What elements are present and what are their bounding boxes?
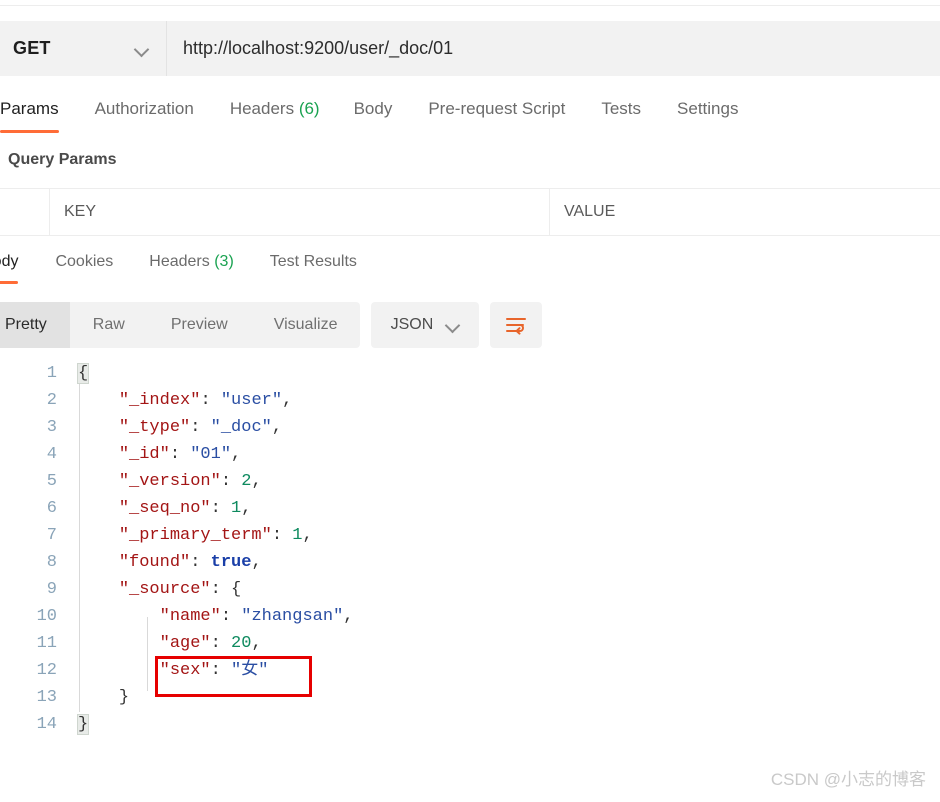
code-line: 2 "_index": "user", xyxy=(0,387,940,414)
code-line-text: { xyxy=(76,363,90,384)
line-number: 14 xyxy=(36,715,57,734)
code-line-list: 1{2 "_index": "user", 3 "_type": "_doc", 4… xyxy=(0,360,940,738)
response-tab-label: Test Results xyxy=(269,253,357,270)
request-tab-count: (6) xyxy=(298,99,320,118)
http-method-selector[interactable]: GET xyxy=(0,21,167,76)
response-tab-headers[interactable]: Headers (3) xyxy=(149,250,234,284)
request-tab-tests[interactable]: Tests xyxy=(601,95,641,133)
response-viewer-toolbar: Pretty Raw Preview Visualize JSON xyxy=(0,302,940,348)
params-column-header-value: VALUE xyxy=(564,203,616,220)
line-number: 10 xyxy=(36,607,57,626)
code-line-text: } xyxy=(76,714,90,735)
code-line-text: "_id": "01", xyxy=(118,445,242,464)
request-tab-label: Body xyxy=(353,99,393,118)
response-format-selector[interactable]: JSON xyxy=(371,302,480,348)
code-line-text: "_source": { xyxy=(118,580,242,599)
code-line: 8 "found": true, xyxy=(0,549,940,576)
code-line: 11 "age": 20, xyxy=(0,630,940,657)
request-tab-label: Pre-request Script xyxy=(428,99,566,118)
line-number: 2 xyxy=(46,391,57,410)
code-line: 5 "_version": 2, xyxy=(0,468,940,495)
params-column-header-key: KEY xyxy=(50,189,550,235)
response-tab-body[interactable]: Body xyxy=(0,250,19,284)
request-tab-bar: Params Authorization Headers (6) Body Pr… xyxy=(0,95,940,140)
line-number: 9 xyxy=(46,580,57,599)
code-line-text: "_type": "_doc", xyxy=(118,418,283,437)
request-tab-label: Authorization xyxy=(94,99,194,118)
code-line-text: "_primary_term": 1, xyxy=(118,526,313,545)
response-tab-cookies[interactable]: Cookies xyxy=(55,250,113,284)
http-method-label: GET xyxy=(13,38,51,58)
code-line: 9 "_source": { xyxy=(0,576,940,603)
top-divider xyxy=(0,5,940,6)
code-line: 13 } xyxy=(0,684,940,711)
code-line: 3 "_type": "_doc", xyxy=(0,414,940,441)
code-line: 10 "name": "zhangsan", xyxy=(0,603,940,630)
response-tab-label: Cookies xyxy=(55,253,114,270)
view-mode-raw[interactable]: Raw xyxy=(70,302,148,348)
code-line-text: } xyxy=(118,688,130,707)
request-tab-authorization[interactable]: Authorization xyxy=(95,95,194,133)
line-number: 11 xyxy=(36,634,57,653)
line-number: 3 xyxy=(46,418,57,437)
request-tab-prerequest[interactable]: Pre-request Script xyxy=(428,95,565,133)
response-tab-test-results[interactable]: Test Results xyxy=(270,250,357,284)
line-number: 5 xyxy=(46,472,57,491)
code-line: 12 "sex": "女" xyxy=(0,657,940,684)
response-tab-label: Body xyxy=(0,253,19,270)
query-params-table-header: KEY VALUE xyxy=(0,188,940,236)
line-number: 13 xyxy=(36,688,57,707)
view-mode-preview[interactable]: Preview xyxy=(148,302,251,348)
response-format-label: JSON xyxy=(390,316,434,333)
code-line-text: "_index": "user", xyxy=(118,391,293,410)
code-line: 4 "_id": "01", xyxy=(0,441,940,468)
line-number: 7 xyxy=(46,526,57,545)
code-line-text: "sex": "女" xyxy=(159,661,269,680)
code-line-text: "_version": 2, xyxy=(118,472,262,491)
request-tab-body[interactable]: Body xyxy=(354,95,393,133)
query-params-title: Query Params xyxy=(8,151,117,168)
line-number: 8 xyxy=(46,553,57,572)
request-tab-label: Params xyxy=(0,99,59,118)
text-wrap-icon xyxy=(506,318,527,335)
wrap-lines-button[interactable] xyxy=(490,302,543,348)
response-tab-label: Headers xyxy=(149,253,210,270)
request-tab-label: Tests xyxy=(601,99,642,118)
request-tab-params[interactable]: Params xyxy=(0,95,59,133)
request-tab-settings[interactable]: Settings xyxy=(677,95,738,133)
response-tab-count: (3) xyxy=(214,253,234,270)
view-mode-pretty[interactable]: Pretty xyxy=(0,302,70,348)
code-line-text: "found": true, xyxy=(118,553,262,572)
line-number: 1 xyxy=(46,364,57,383)
code-line-text: "name": "zhangsan", xyxy=(159,607,354,626)
request-tab-label: Settings xyxy=(677,99,739,118)
code-line: 6 "_seq_no": 1, xyxy=(0,495,940,522)
view-mode-visualize[interactable]: Visualize xyxy=(251,302,361,348)
code-line: 1{ xyxy=(0,360,940,387)
code-line-text: "_seq_no": 1, xyxy=(118,499,252,518)
response-view-mode-group: Pretty Raw Preview Visualize xyxy=(0,302,361,348)
chevron-down-icon xyxy=(446,318,460,332)
line-number: 6 xyxy=(46,499,57,518)
line-number: 12 xyxy=(36,661,57,680)
request-url-bar: GET http://localhost:9200/user/_doc/01 xyxy=(0,21,940,76)
chevron-down-icon xyxy=(135,42,149,56)
request-tab-headers[interactable]: Headers (6) xyxy=(230,95,320,133)
response-body-code-viewer[interactable]: 1{2 "_index": "user", 3 "_type": "_doc", 4… xyxy=(0,360,940,760)
line-number: 4 xyxy=(46,445,57,464)
response-tab-bar: Body Cookies Headers (3) Test Results xyxy=(0,250,940,292)
watermark-text: CSDN @小志的博客 xyxy=(770,770,926,789)
request-tab-label: Headers xyxy=(229,99,295,118)
code-line: 14} xyxy=(0,711,940,738)
params-select-all-column[interactable] xyxy=(0,189,50,235)
code-line-text: "age": 20, xyxy=(159,634,262,653)
request-url-input[interactable]: http://localhost:9200/user/_doc/01 xyxy=(167,21,940,76)
code-line: 7 "_primary_term": 1, xyxy=(0,522,940,549)
